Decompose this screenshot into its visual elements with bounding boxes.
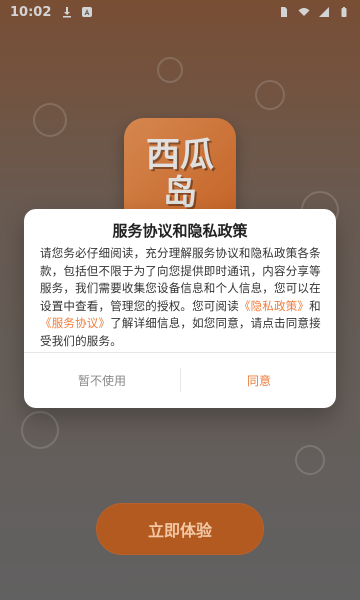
privacy-policy-link[interactable]: 《隐私政策》 bbox=[239, 299, 309, 313]
dialog-body-text-2: 和 bbox=[309, 298, 321, 313]
dialog-body: 请您务必仔细阅读，充分理解服务协议和隐私政策各条款，包括但不限于为了向您提供即时… bbox=[40, 245, 322, 350]
decline-button[interactable]: 暂不使用 bbox=[24, 353, 180, 408]
agree-button[interactable]: 同意 bbox=[181, 353, 336, 408]
try-now-button[interactable]: 立即体验 bbox=[96, 503, 264, 555]
agreement-dialog: 服务协议和隐私政策 请您务必仔细阅读，充分理解服务协议和隐私政策各条款，包括但不… bbox=[24, 209, 336, 408]
dialog-title: 服务协议和隐私政策 bbox=[112, 222, 248, 240]
service-agreement-link[interactable]: 《服务协议》 bbox=[40, 316, 110, 330]
